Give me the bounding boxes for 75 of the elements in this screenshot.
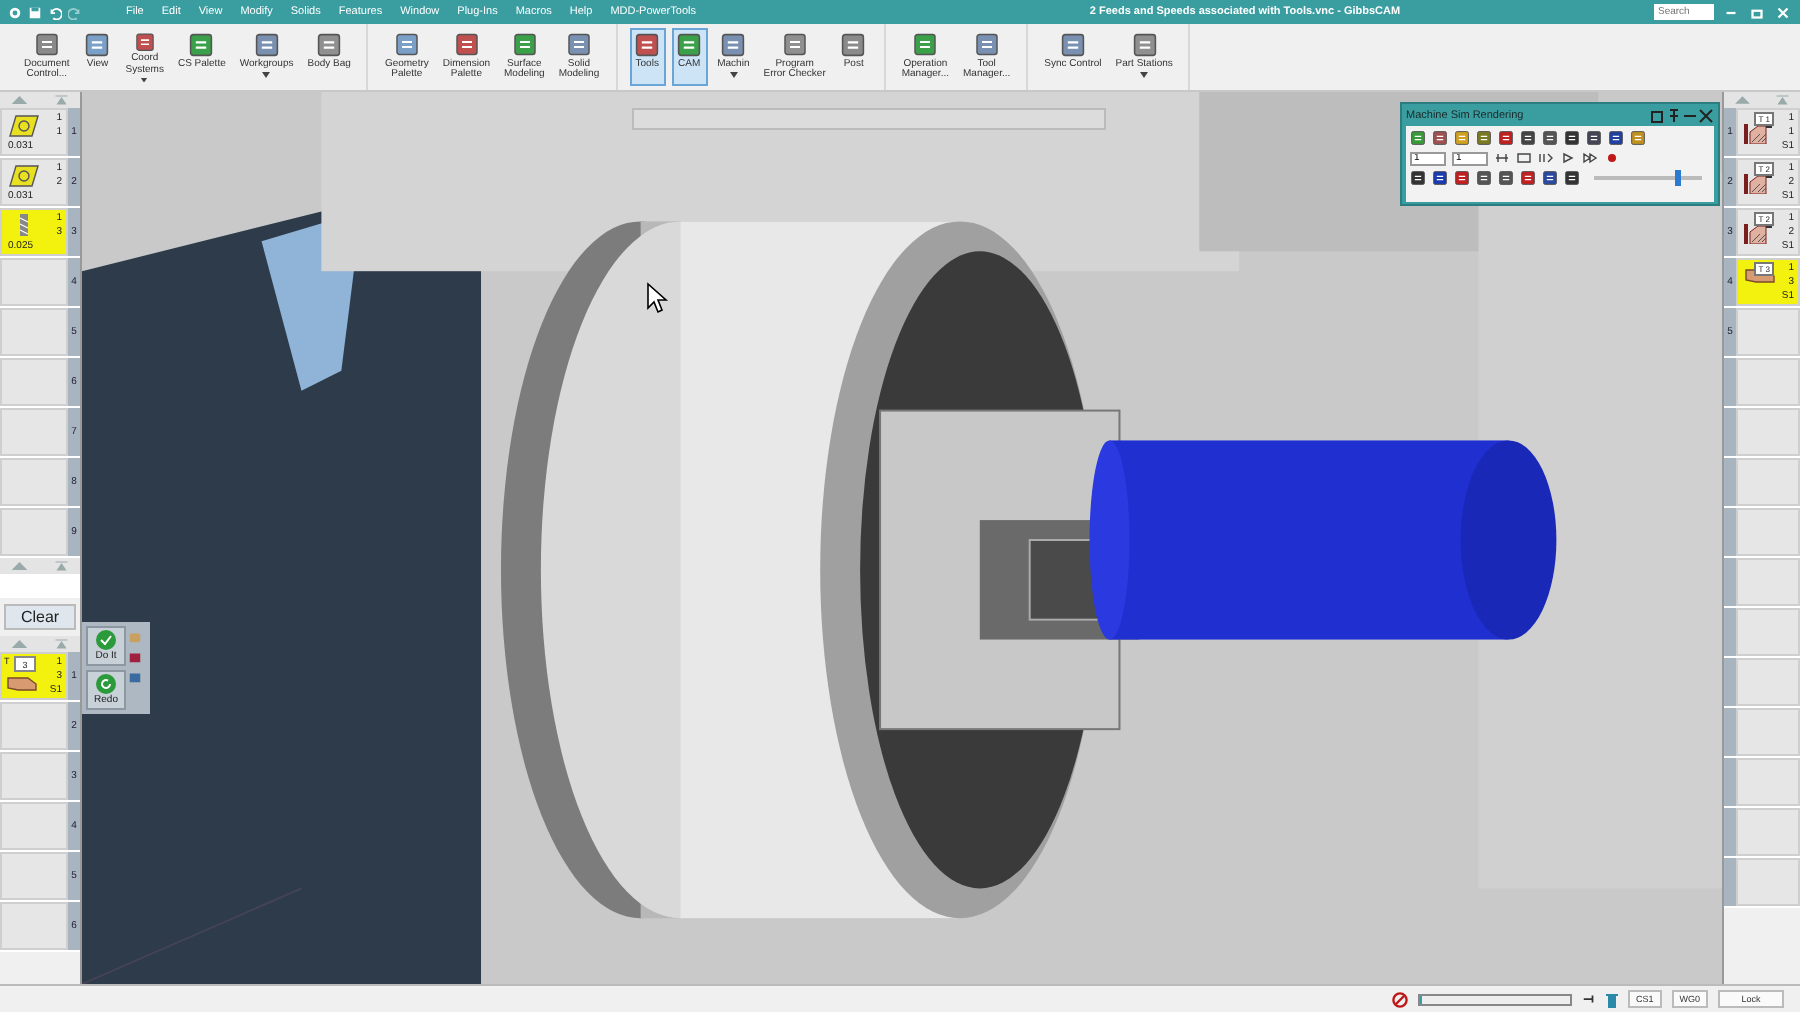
toolbar-icon [188, 32, 215, 58]
pin-icon[interactable] [1666, 107, 1682, 123]
display-option-icon [1564, 170, 1580, 186]
redo-icon[interactable] [68, 5, 82, 19]
tool-slot[interactable] [0, 258, 68, 306]
render-toolbar-icon [1454, 130, 1470, 146]
playback-control-icon[interactable] [1538, 150, 1554, 166]
render-toolbar-icon [1630, 130, 1646, 146]
undo-icon[interactable] [48, 5, 62, 19]
restore-icon[interactable] [1650, 107, 1666, 123]
process-slot[interactable] [0, 802, 68, 850]
tool-slot[interactable] [0, 458, 68, 506]
playback-control-icon[interactable] [1494, 150, 1510, 166]
app-logo-icon [8, 5, 22, 19]
save-icon[interactable] [28, 5, 42, 19]
blank-panel-area [0, 574, 80, 598]
tool-slot[interactable] [0, 408, 68, 456]
toolbar-icon [84, 32, 111, 58]
display-option-icon [1454, 170, 1470, 186]
render-toolbar-icon [1476, 130, 1492, 146]
toolbar-icon [453, 32, 480, 57]
toolbar-icon [131, 32, 158, 53]
toolbar-icon [316, 32, 343, 58]
toolbar-icon [634, 32, 661, 58]
toolbar-icon [1059, 32, 1086, 58]
render-toolbar-icon [1586, 130, 1602, 146]
process-slot[interactable] [0, 752, 68, 800]
display-option-icon [1542, 170, 1558, 186]
tool-slot[interactable] [0, 508, 68, 556]
render-toolbar-icon [1542, 130, 1558, 146]
toolbar-icon [33, 32, 60, 57]
record-icon[interactable] [1604, 150, 1620, 166]
playback-control-icon[interactable] [1582, 150, 1598, 166]
toolbar-icon [912, 32, 939, 57]
trash-icon[interactable] [1605, 991, 1618, 1007]
close-icon[interactable] [1698, 107, 1714, 123]
display-option-icon [1410, 170, 1426, 186]
render-toolbar-icon [1564, 130, 1580, 146]
display-option-icon [1432, 170, 1448, 186]
display-option-icon [1476, 170, 1492, 186]
tool-slot[interactable] [0, 358, 68, 406]
toolbar-icon [973, 32, 1000, 57]
render-toolbar-icon [1432, 130, 1448, 146]
toolbar-icon [781, 32, 808, 57]
pin-icon[interactable] [1581, 992, 1596, 1006]
toolbar-icon [565, 32, 592, 57]
profile-part-icon [6, 672, 38, 696]
toolbar-icon [840, 32, 867, 58]
toolbar-icon [393, 32, 420, 57]
insert-tool-icon [8, 114, 40, 138]
display-option-icon [1498, 170, 1514, 186]
redo-circle-icon [96, 674, 116, 694]
render-toolbar-icon [1608, 130, 1624, 146]
toolbar-icon [253, 32, 280, 58]
process-slot[interactable] [0, 852, 68, 900]
playback-control-icon[interactable] [1560, 150, 1576, 166]
no-entry-icon [1391, 991, 1408, 1007]
process-slot[interactable] [0, 702, 68, 750]
toolbar-icon [676, 32, 703, 58]
mouse-cursor-icon [646, 282, 670, 314]
operation-slot[interactable] [1736, 308, 1800, 356]
playback-control-icon[interactable] [1516, 150, 1532, 166]
display-option-icon [1520, 170, 1536, 186]
toolbar-icon [1131, 32, 1158, 58]
toolbar-icon [511, 32, 538, 57]
render-toolbar-icon [1498, 130, 1514, 146]
render-toolbar-icon [1520, 130, 1536, 146]
clear-button[interactable]: Clear [4, 604, 76, 630]
render-toolbar-icon [1410, 130, 1426, 146]
insert-tool-icon [8, 164, 40, 188]
tool-slot[interactable] [0, 308, 68, 356]
toolbar-icon [720, 32, 747, 58]
checkmark-icon [96, 630, 116, 650]
process-slot[interactable] [0, 902, 68, 950]
slider-thumb[interactable] [1675, 170, 1682, 186]
